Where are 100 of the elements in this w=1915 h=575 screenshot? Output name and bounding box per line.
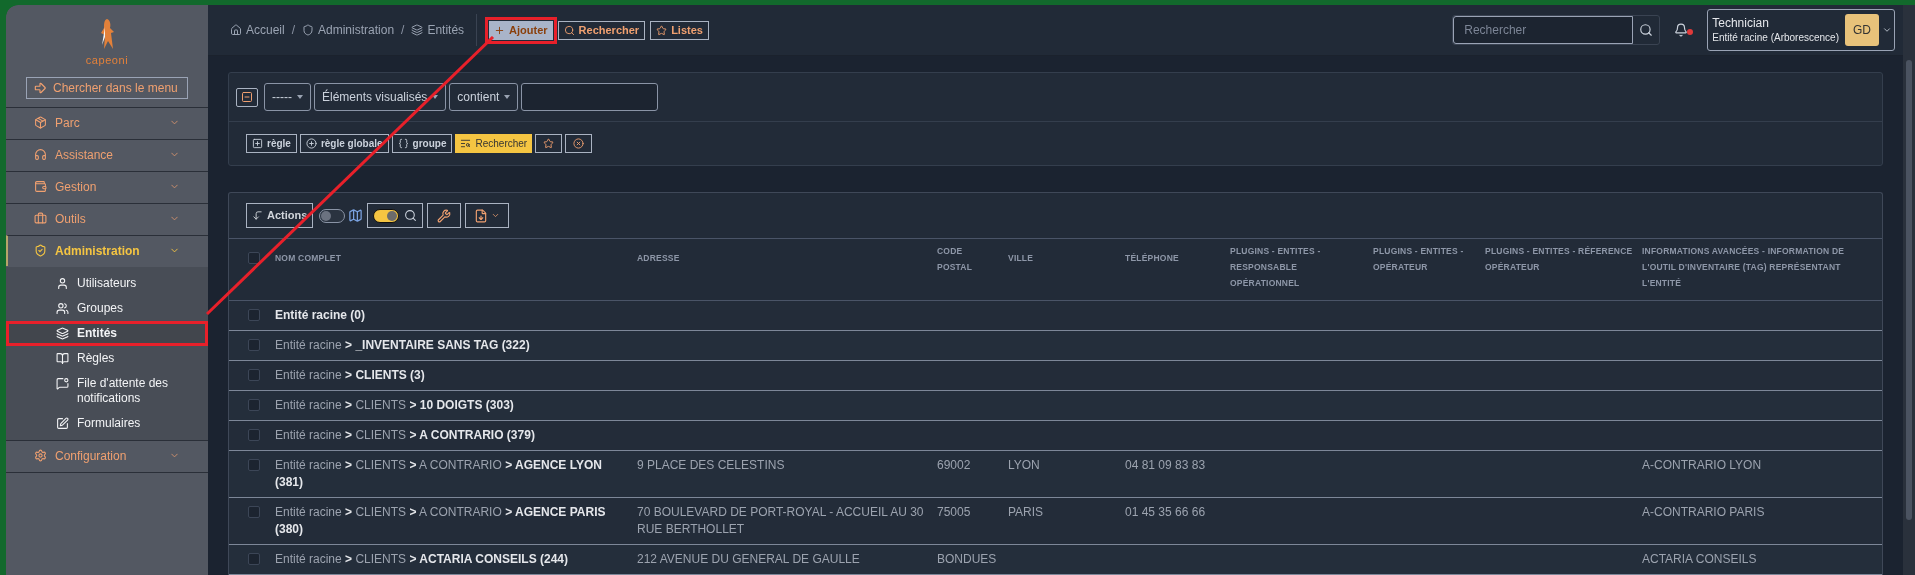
save-search-button[interactable] <box>535 134 563 153</box>
header-button[interactable]: Rechercher <box>557 20 646 40</box>
add-criterion-button[interactable]: règle globale <box>299 134 389 153</box>
sidebar-item[interactable]: Formulaires <box>6 410 208 436</box>
user-icon <box>56 276 69 290</box>
column-header[interactable]: CODE POSTAL <box>937 243 1008 275</box>
row-checkbox[interactable] <box>248 309 260 321</box>
star-icon <box>543 138 555 149</box>
entity-name[interactable]: Entité racine > CLIENTS (3) <box>275 367 637 384</box>
row-checkbox[interactable] <box>248 399 260 411</box>
search-toggle-button[interactable] <box>367 203 424 228</box>
search-button[interactable]: Rechercher <box>455 134 533 153</box>
caret-icon <box>504 95 511 99</box>
row-checkbox[interactable] <box>248 459 260 471</box>
row-checkbox[interactable] <box>248 339 260 351</box>
user-entity: Entité racine (Arborescence) <box>1712 30 1839 45</box>
sidebar-item[interactable]: File d'attente des notifications <box>6 370 208 411</box>
column-header[interactable]: VILLE <box>1008 250 1125 266</box>
caret-icon <box>432 95 439 99</box>
select-all-checkbox[interactable] <box>248 252 260 264</box>
value-input[interactable] <box>521 83 659 111</box>
table-cell-text: 01 45 35 66 66 <box>1125 504 1207 521</box>
edit-icon <box>56 416 69 430</box>
item-type-select[interactable]: Éléments visualisés <box>314 83 447 111</box>
table-cell-text: 70 BOULEVARD DE PORT-ROYAL - ACCUEIL AU 30 RUE BERTHOLLET <box>637 504 925 538</box>
settings-button[interactable] <box>427 203 462 228</box>
operator-select[interactable]: contient <box>449 83 519 111</box>
box-icon <box>34 116 47 129</box>
chevron-icon <box>1882 25 1892 35</box>
sidebar-item[interactable]: Groupes <box>6 295 208 321</box>
toggle-switch[interactable] <box>319 208 346 223</box>
map-icon[interactable] <box>348 208 364 223</box>
header-button[interactable]: Listes <box>650 20 709 40</box>
row-checkbox[interactable] <box>248 429 260 441</box>
layers-icon <box>411 24 424 36</box>
square-plus-icon <box>252 138 263 149</box>
column-header[interactable]: PLUGINS - ENTITES - RESPONSABLE OPÉRATIONNEL <box>1230 243 1373 291</box>
row-checkbox[interactable] <box>248 506 260 518</box>
shield-icon <box>302 24 315 36</box>
menu-search-button[interactable]: Chercher dans le menu <box>26 76 188 99</box>
export-button[interactable] <box>465 203 510 228</box>
table-cell-text: 212 AVENUE DU GENERAL DE GAULLE <box>637 551 861 568</box>
collapse-button[interactable] <box>236 87 258 107</box>
reset-button[interactable] <box>565 134 593 153</box>
column-header[interactable]: PLUGINS - ENTITES - RÉFERENCE OPÉRATEUR <box>1485 243 1642 275</box>
user-avatar: GD <box>1845 14 1879 46</box>
wallet-icon <box>34 180 47 193</box>
braces-icon <box>397 138 409 149</box>
file-download-icon <box>474 208 489 223</box>
entity-name[interactable]: Entité racine (0) <box>275 307 637 324</box>
column-header[interactable]: PLUGINS - ENTITES - OPÉRATEUR <box>1373 243 1485 275</box>
entity-name[interactable]: Entité racine > _INVENTAIRE SANS TAG (322) <box>275 337 637 354</box>
entity-name[interactable]: Entité racine > CLIENTS > A CONTRARIO > AGENCE LYON (381) <box>275 457 637 491</box>
user-menu[interactable]: Technician Entité racine (Arborescence) GD <box>1707 9 1895 51</box>
headset-icon <box>34 148 47 161</box>
field-select[interactable]: ----- <box>264 83 311 111</box>
breadcrumb-link[interactable]: Entités <box>411 21 465 39</box>
close-icon <box>573 138 585 149</box>
logo-text: capeoni <box>85 53 129 68</box>
breadcrumb-link[interactable]: Administration <box>302 21 395 39</box>
column-header[interactable]: NOM COMPLET <box>275 250 637 266</box>
row-checkbox[interactable] <box>248 369 260 381</box>
entity-name[interactable]: Entité racine > CLIENTS > A CONTRARIO > AGENCE PARIS (380) <box>275 504 637 538</box>
add-criterion-button[interactable]: règle <box>246 134 297 153</box>
table-cell-text: ACTARIA CONSEILS <box>1642 551 1758 568</box>
table-cell-text: PARIS <box>1008 504 1045 521</box>
search-icon <box>404 209 418 222</box>
sidebar-item[interactable]: Utilisateurs <box>6 270 208 296</box>
sidebar-item[interactable]: Entités <box>6 320 208 346</box>
search-input[interactable]: Rechercher <box>1453 16 1634 44</box>
layers-icon <box>56 326 69 340</box>
plus-icon <box>494 24 506 36</box>
column-header[interactable]: INFORMATIONS AVANCÉES - INFORMATION DE L'OUTIL D'INVENTAIRE (TAG) REPRÉSENTANT L'ENTITÉ <box>1642 243 1882 291</box>
entity-name[interactable]: Entité racine > CLIENTS > ACTARIA CONSEILS (244) <box>275 551 637 568</box>
arrow-right-icon <box>33 80 47 95</box>
add-criterion-button[interactable]: groupe <box>391 134 453 153</box>
scrollbar[interactable] <box>1903 5 1915 575</box>
column-header[interactable]: ADRESSE <box>637 250 937 266</box>
search-icon <box>460 138 472 149</box>
search-field[interactable]: Rechercher <box>1452 15 1661 45</box>
table-cell-text: 75005 <box>937 504 972 521</box>
user-profile: Technician <box>1712 15 1770 31</box>
sidebar-item[interactable]: Règles <box>6 345 208 371</box>
table-cell-text: A-CONTRARIO PARIS <box>1642 504 1766 521</box>
breadcrumb-link[interactable]: Accueil <box>230 21 285 39</box>
corner-arrow-icon <box>252 210 263 221</box>
settings-icon <box>34 449 47 462</box>
bell-icon[interactable] <box>1674 23 1689 37</box>
minus-icon <box>241 91 253 103</box>
entity-name[interactable]: Entité racine > CLIENTS > 10 DOIGTS (303) <box>275 397 637 414</box>
search-icon <box>563 24 575 36</box>
breadcrumb-separator: / <box>291 22 296 39</box>
search-icon[interactable] <box>1639 23 1654 37</box>
column-header[interactable]: TÉLÉPHONE <box>1125 250 1230 266</box>
actions-button[interactable]: Actions <box>246 203 314 228</box>
toggle-switch[interactable] <box>373 208 400 223</box>
book-icon <box>56 351 69 365</box>
entity-name[interactable]: Entité racine > CLIENTS > A CONTRARIO (379) <box>275 427 637 444</box>
row-checkbox[interactable] <box>248 553 260 565</box>
table-cell-text: 9 PLACE DES CELESTINS <box>637 457 786 474</box>
